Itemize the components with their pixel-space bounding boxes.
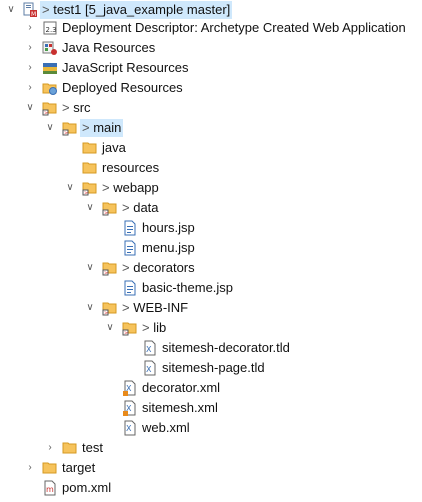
xml-file-icon: X [122, 420, 138, 436]
svg-text:X: X [146, 365, 152, 374]
jsp-file-icon [122, 240, 138, 256]
sitemesh-page-tld-label: sitemesh-page.tld [162, 360, 265, 375]
hours-jsp-label: hours.jsp [142, 220, 195, 235]
collapse-chevron-icon[interactable]: ∨ [84, 298, 96, 318]
collapse-chevron-icon[interactable]: ∨ [5, 0, 17, 20]
item-name: WEB-INF [133, 300, 189, 315]
svg-text:>: > [104, 311, 108, 317]
java-resources-icon [42, 40, 58, 56]
maven-project-icon: M [22, 2, 38, 18]
folder-git-icon: > [102, 300, 118, 316]
collapse-chevron-icon[interactable]: ∨ [84, 198, 96, 218]
item-name: lib [153, 320, 167, 335]
xml-file-icon: X [122, 400, 138, 416]
menu-jsp-label: menu.jsp [142, 240, 195, 255]
git-prefix-marker: > [122, 260, 130, 275]
decorator-xml-label: decorator.xml [142, 380, 221, 395]
tree-item-project[interactable]: ∨ M > test1 [5_java_example master] [0, 0, 422, 20]
deployment-descriptor-icon: 2.3 [42, 20, 58, 36]
svg-text:2.3: 2.3 [46, 26, 57, 34]
svg-text:>: > [104, 211, 108, 217]
project-explorer-tree: ∨ M > test1 [5_java_example master] › 2.… [0, 0, 422, 502]
item-name: test1 [5_java_example master] [53, 2, 231, 17]
folder-git-icon: > [102, 260, 118, 276]
git-prefix-marker: > [102, 180, 110, 195]
sitemesh-xml-label: sitemesh.xml [142, 400, 218, 415]
folder-git-icon: > [62, 120, 78, 136]
git-prefix-marker: > [122, 200, 130, 215]
folder-icon [62, 440, 78, 456]
tld-file-icon: X [142, 360, 158, 376]
expand-chevron-icon[interactable]: › [24, 458, 36, 478]
xml-file-icon: X [122, 380, 138, 396]
git-prefix-marker: > [42, 2, 50, 17]
target-label: target [62, 460, 96, 475]
svg-text:>: > [124, 331, 128, 337]
svg-text:>: > [44, 111, 48, 117]
deployment-descriptor-label: Deployment Descriptor: Archetype Created… [62, 20, 406, 35]
src-label: > src [60, 99, 93, 117]
project-label: > test1 [5_java_example master] [40, 1, 233, 19]
item-name: webapp [113, 180, 159, 195]
jsp-file-icon [122, 280, 138, 296]
svg-text:>: > [64, 131, 68, 137]
expand-chevron-icon[interactable]: › [44, 438, 56, 458]
java-resources-label: Java Resources [62, 40, 156, 55]
folder-icon [82, 160, 98, 176]
java-label: java [102, 140, 126, 155]
collapse-chevron-icon[interactable]: ∨ [104, 318, 116, 338]
git-prefix-marker: > [142, 320, 150, 335]
web-xml-label: web.xml [142, 420, 190, 435]
maven-pom-icon: m [42, 480, 58, 496]
decorators-label: > decorators [120, 259, 197, 277]
javascript-resources-label: JavaScript Resources [62, 60, 189, 75]
javascript-resources-icon [42, 60, 58, 76]
main-label: > main [80, 119, 124, 137]
item-name: decorators [133, 260, 195, 275]
item-name: data [133, 200, 159, 215]
folder-git-icon: > [102, 200, 118, 216]
basic-theme-jsp-label: basic-theme.jsp [142, 280, 234, 295]
expand-chevron-icon[interactable]: › [24, 18, 36, 38]
pom-xml-label: pom.xml [62, 480, 112, 495]
folder-git-icon: > [82, 180, 98, 196]
svg-text:X: X [146, 345, 152, 354]
svg-text:>: > [84, 191, 88, 197]
svg-text:>: > [104, 271, 108, 277]
collapse-chevron-icon[interactable]: ∨ [24, 98, 36, 118]
collapse-chevron-icon[interactable]: ∨ [64, 178, 76, 198]
folder-icon [82, 140, 98, 156]
resources-label: resources [102, 160, 160, 175]
jsp-file-icon [122, 220, 138, 236]
web-inf-label: > WEB-INF [120, 299, 190, 317]
git-prefix-marker: > [82, 120, 90, 135]
test-label: test [82, 440, 103, 455]
collapse-chevron-icon[interactable]: ∨ [84, 258, 96, 278]
data-label: > data [120, 199, 161, 217]
sitemesh-decorator-tld-label: sitemesh-decorator.tld [162, 340, 290, 355]
expand-chevron-icon[interactable]: › [24, 78, 36, 98]
deployed-resources-icon [42, 80, 58, 96]
deployed-resources-label: Deployed Resources [62, 80, 183, 95]
collapse-chevron-icon[interactable]: ∨ [44, 118, 56, 138]
item-name: src [73, 100, 91, 115]
folder-git-icon: > [42, 100, 58, 116]
svg-text:M: M [31, 11, 36, 18]
expand-chevron-icon[interactable]: › [24, 38, 36, 58]
lib-label: > lib [140, 319, 168, 337]
git-prefix-marker: > [62, 100, 70, 115]
git-prefix-marker: > [122, 300, 130, 315]
svg-text:m: m [46, 485, 54, 494]
folder-icon [42, 460, 58, 476]
expand-chevron-icon[interactable]: › [24, 58, 36, 78]
svg-text:X: X [126, 424, 132, 433]
item-name: main [93, 120, 122, 135]
folder-git-icon: > [122, 320, 138, 336]
tld-file-icon: X [142, 340, 158, 356]
webapp-label: > webapp [100, 179, 161, 197]
